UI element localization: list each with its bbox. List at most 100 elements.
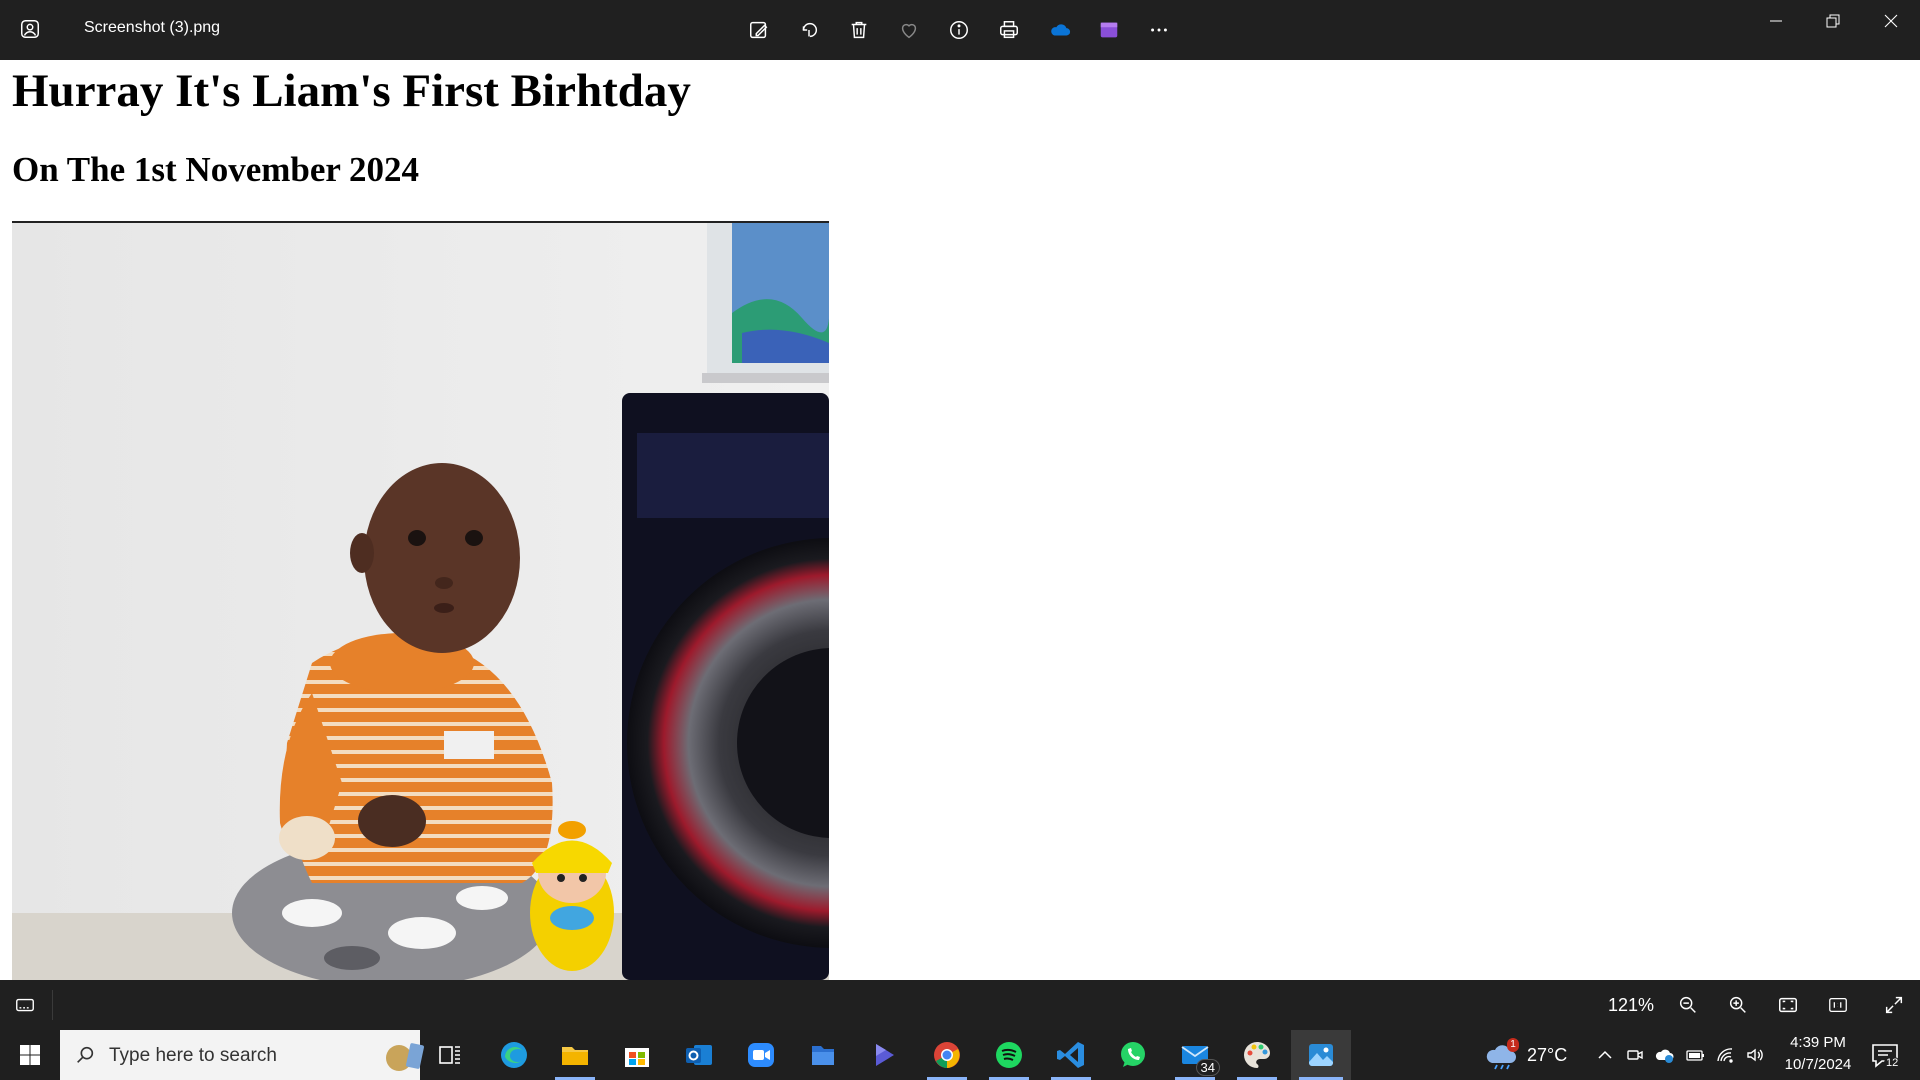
birthday-photo [12,223,829,980]
viewer-bottom-bar: 121% [0,980,1920,1030]
file-info-button[interactable] [941,12,977,48]
notification-count: 12 [1884,1057,1901,1069]
restore-icon [1826,14,1840,28]
battery-indicator[interactable] [1684,1044,1706,1066]
delete-button[interactable] [841,12,877,48]
edge-app[interactable] [486,1030,542,1080]
zoom-out-icon [1679,996,1696,1013]
zoom-in-icon [1729,996,1746,1013]
windows-logo-icon [20,1045,40,1065]
clock-time[interactable]: 4:39 PM [1782,1034,1854,1051]
zoom-out-button[interactable] [1672,990,1704,1020]
onedrive-button[interactable] [1042,12,1078,48]
rotate-button[interactable] [791,12,827,48]
mail-unread-badge: 34 [1195,1059,1220,1076]
restore-button[interactable] [1805,4,1861,38]
task-view-icon [439,1046,460,1064]
print-button[interactable] [991,12,1027,48]
photos-icon [1309,1044,1333,1066]
zoom-app[interactable] [733,1030,789,1080]
spotify-app[interactable] [981,1030,1037,1080]
edit-image-button[interactable] [741,12,777,48]
heart-icon [901,23,917,39]
show-hidden-icons-button[interactable] [1594,1044,1616,1066]
actual-size-icon [1829,997,1847,1013]
close-icon [1884,14,1898,28]
printer-icon [1000,21,1018,39]
fit-to-window-button[interactable] [1772,990,1804,1020]
page-subtitle: On The 1st November 2024 [12,150,420,189]
minimize-button[interactable] [1748,4,1804,38]
onedrive-tray-button[interactable] [1654,1044,1676,1066]
task-view-button[interactable] [422,1030,478,1080]
speaker-icon [1747,1048,1763,1062]
mail-app[interactable]: 34 [1167,1030,1223,1080]
onedrive-tray-icon [1655,1049,1674,1063]
search-placeholder: Type here to search [109,1045,277,1066]
actual-size-button[interactable] [1822,990,1854,1020]
battery-icon [1686,1050,1704,1061]
ellipsis-icon [1151,28,1167,32]
edit-image-icon [750,21,768,39]
network-indicator[interactable] [1714,1044,1736,1066]
power-automate-app[interactable] [857,1030,913,1080]
whatsapp-icon [1121,1042,1145,1067]
whatsapp-app[interactable] [1105,1030,1161,1080]
edge-icon [501,1042,527,1068]
image-viewport[interactable]: Hurray It's Liam's First Birhtday On The… [0,60,1920,980]
filmstrip-button[interactable] [10,992,40,1018]
power-automate-icon [876,1044,894,1066]
favorite-button[interactable] [891,12,927,48]
minimize-icon [1770,20,1782,22]
filmstrip-icon [16,998,34,1012]
wifi-icon [1717,1048,1733,1063]
camera-icon [1627,1050,1643,1060]
photos-app-icon [16,14,44,44]
weather-alert-badge: 1 [1507,1038,1519,1052]
search-icon [77,1046,94,1063]
meet-now-button[interactable] [1624,1044,1646,1066]
paint-palette-icon [1244,1042,1270,1068]
weather-temperature[interactable]: 27°C [1527,1045,1567,1066]
file-name-title: Screenshot (3).png [84,19,221,36]
page-title: Hurray It's Liam's First Birhtday [12,65,691,117]
spotify-icon [996,1042,1022,1068]
clipchamp-icon [1100,22,1118,38]
close-button[interactable] [1863,4,1919,38]
vscode-app[interactable] [1043,1030,1099,1080]
chrome-app[interactable] [919,1030,975,1080]
windows-taskbar: Type here to search 34 1 27°C 4:39 PM 10… [0,1030,1920,1080]
outlook-icon [686,1045,712,1065]
fit-window-icon [1779,997,1797,1013]
zoom-in-button[interactable] [1722,990,1754,1020]
folder-icon [562,1047,588,1065]
store-icon [625,1048,649,1067]
photos-app[interactable] [1291,1030,1351,1080]
full-screen-button[interactable] [1878,990,1910,1020]
rotate-icon [802,22,818,38]
start-button[interactable] [0,1030,60,1080]
file-explorer-app[interactable] [547,1030,603,1080]
outlook-app[interactable] [671,1030,727,1080]
chevron-up-icon [1598,1050,1612,1059]
onedrive-cloud-icon [1051,24,1071,36]
info-icon [950,21,968,39]
zoom-meetings-icon [748,1043,774,1067]
volume-indicator[interactable] [1744,1044,1766,1066]
more-options-button[interactable] [1141,12,1177,48]
microsoft-store-app[interactable] [609,1030,665,1080]
files-icon [812,1046,834,1065]
expand-icon [1885,996,1903,1014]
paint-app[interactable] [1229,1030,1285,1080]
clock-date[interactable]: 10/7/2024 [1774,1056,1862,1073]
files-app[interactable] [795,1030,851,1080]
vscode-icon [1057,1042,1084,1068]
separator [52,990,53,1020]
zoom-level[interactable]: 121% [1608,995,1654,1016]
title-bar: Screenshot (3).png [0,0,1920,60]
trash-icon [851,21,867,39]
taskbar-search-box[interactable]: Type here to search [60,1030,424,1080]
video-editor-button[interactable] [1091,12,1127,48]
chrome-icon [934,1042,960,1068]
search-highlight-icon[interactable] [386,1036,424,1074]
